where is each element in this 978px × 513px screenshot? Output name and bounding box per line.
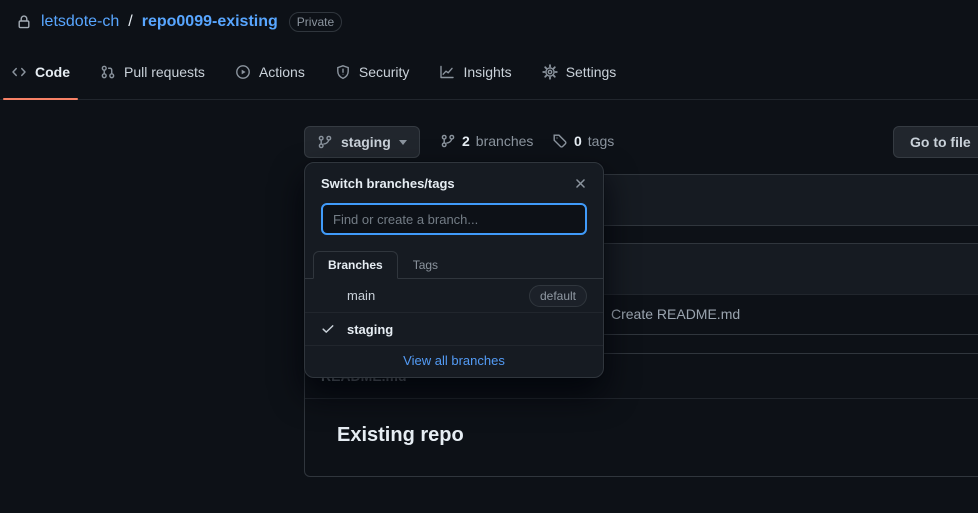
chevron-down-icon [398,139,407,145]
branch-filter-input[interactable] [321,203,587,235]
tab-tags[interactable]: Tags [398,251,453,279]
tab-pull-requests[interactable]: Pull requests [92,44,213,99]
tab-code[interactable]: Code [3,44,78,100]
breadcrumb-repo-link[interactable]: repo0099-existing [142,13,278,31]
breadcrumb-owner-link[interactable]: letsdote-ch [41,13,119,31]
tab-actions[interactable]: Actions [227,44,313,99]
readme-heading: Existing repo [337,424,464,446]
default-badge: default [528,284,587,307]
shield-icon [335,64,351,80]
repo-header: letsdote-ch / repo0099-existing Private [0,0,978,44]
go-to-file-label: Go to file [910,134,971,150]
code-icon [11,64,27,80]
visibility-badge: Private [288,12,343,32]
branch-menu-footer: View all branches [305,345,603,374]
tab-branches[interactable]: Branches [313,251,398,279]
breadcrumb-separator: / [128,13,133,30]
view-all-branches-link[interactable]: View all branches [403,353,505,368]
graph-icon [439,64,455,80]
branch-name: main [347,288,376,303]
branches-count-label: branches [475,133,534,149]
branch-name: staging [347,321,394,337]
tab-label: Code [35,63,70,80]
close-icon[interactable] [574,177,587,190]
file-commit-message-link[interactable]: Create README.md [611,306,740,322]
branch-menu-tabs: Branches Tags [305,250,603,279]
readme-content: Existing repo [305,399,978,472]
tab-settings[interactable]: Settings [534,44,625,99]
branch-item-main[interactable]: main default [305,279,603,312]
check-icon [321,322,347,336]
play-circle-icon [235,64,251,80]
gear-icon [541,63,558,80]
branch-menu-header: Switch branches/tags [305,163,603,198]
tags-count-label: tags [587,133,615,149]
branch-switcher-menu: Switch branches/tags Branches Tags main … [304,162,604,378]
tags-count: 0 [574,133,582,149]
repo-nav: Code Pull requests Actions Security Insi… [0,44,978,100]
branch-menu-title: Switch branches/tags [321,176,455,191]
tab-label: Settings [565,63,617,80]
branches-count: 2 [462,133,470,149]
tab-security[interactable]: Security [327,44,418,99]
tab-label: Security [358,63,410,80]
branch-item-staging[interactable]: staging [305,312,603,345]
lock-icon [16,14,32,30]
tags-count-link[interactable]: 0 tags [552,133,614,149]
git-branch-icon [317,134,333,150]
tab-label: Pull requests [124,63,205,80]
tab-insights[interactable]: Insights [431,44,519,99]
github-repo-page: letsdote-ch / repo0099-existing Private … [0,0,978,513]
branches-count-link[interactable]: 2 branches [440,133,533,149]
branch-filter [305,198,603,250]
current-branch-label: staging [341,134,391,150]
tag-icon [552,133,568,149]
tab-label: Actions [258,63,305,80]
git-branch-icon [440,133,456,149]
go-to-file-button[interactable]: Go to file [893,126,978,158]
branch-selector-button[interactable]: staging [304,126,420,158]
pull-request-icon [100,64,116,80]
tab-label: Insights [463,63,512,80]
